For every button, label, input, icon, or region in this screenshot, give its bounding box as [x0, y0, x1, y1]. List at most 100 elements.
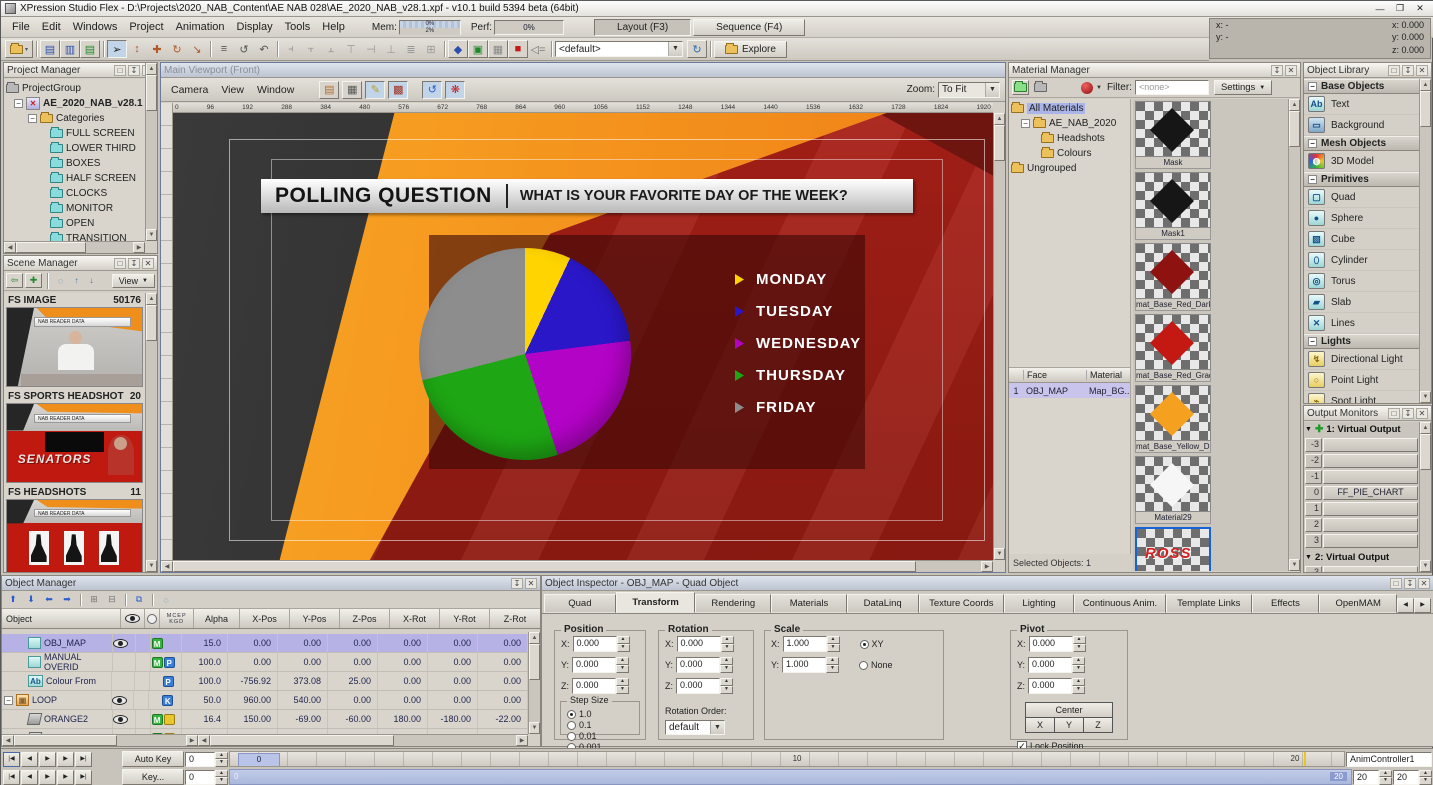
- virtual-output-2-header[interactable]: ▼ 2: Virtual Output: [1305, 550, 1418, 564]
- move-up-icon[interactable]: ⬆: [5, 593, 21, 607]
- end-frame-spinner-2[interactable]: 20▲▼: [1393, 770, 1432, 785]
- step-size-option-3[interactable]: 0.01: [567, 731, 635, 741]
- go-start-button[interactable]: |◀: [3, 752, 20, 767]
- viewport-menu-camera[interactable]: Camera: [166, 82, 213, 98]
- float-icon[interactable]: □: [1390, 578, 1402, 589]
- close-icon[interactable]: ✕: [1418, 578, 1430, 589]
- library-item-slab[interactable]: ▰Slab: [1304, 292, 1419, 313]
- library-item-3d-model[interactable]: ◍3D Model: [1304, 151, 1419, 172]
- import-scene-icon[interactable]: ⇦: [6, 273, 23, 288]
- viewport-menu-window[interactable]: Window: [252, 82, 299, 98]
- library-item-text[interactable]: AbText: [1304, 94, 1419, 115]
- viewport-hscrollbar[interactable]: ◀▶: [161, 560, 993, 572]
- distribute-icon[interactable]: ≣: [401, 40, 421, 58]
- chevron-down-icon[interactable]: ▼: [1096, 85, 1102, 91]
- zoom-dropdown[interactable]: To Fit ▼: [938, 82, 1000, 98]
- expand-all-icon[interactable]: ⊞: [86, 593, 102, 607]
- tree-item-monitor[interactable]: MONITOR: [6, 201, 145, 216]
- library-item-cube[interactable]: ▧Cube: [1304, 229, 1419, 250]
- project-manager-hscrollbar[interactable]: ◀▶: [4, 241, 145, 253]
- scene-manager-scrollbar[interactable]: ▲▼: [145, 293, 157, 572]
- pivot-z-input[interactable]: 0.000▲▼: [1028, 678, 1085, 694]
- key-button[interactable]: Key...: [122, 769, 184, 785]
- material-tree-all[interactable]: All Materials: [1011, 101, 1128, 116]
- tab-rendering[interactable]: Rendering: [695, 594, 771, 613]
- collapse-icon[interactable]: −: [1021, 119, 1030, 128]
- explore-button[interactable]: Explore: [714, 41, 787, 58]
- object-row-orange2[interactable]: ORANGE2 M 16.4 150.00 -69.00 -60.00 180.…: [2, 710, 528, 729]
- section-mesh-objects[interactable]: −Mesh Objects: [1304, 136, 1419, 151]
- menu-display[interactable]: Display: [232, 19, 278, 35]
- step-size-option-2[interactable]: 0.1: [567, 720, 635, 730]
- output-slot[interactable]: 2: [1305, 518, 1418, 532]
- group-icon[interactable]: ≡: [214, 40, 234, 58]
- collapse-icon[interactable]: −: [4, 696, 13, 705]
- record-icon[interactable]: ■: [508, 40, 528, 58]
- collapse-icon[interactable]: −: [14, 99, 23, 108]
- close-icon[interactable]: ✕: [142, 258, 154, 269]
- menu-edit[interactable]: Edit: [37, 19, 66, 35]
- align-middle-icon[interactable]: ⊣: [361, 40, 381, 58]
- transform-icon[interactable]: ✚: [147, 40, 167, 58]
- sequence-button[interactable]: Sequence (F4): [693, 19, 805, 36]
- material-tree-group[interactable]: −AE_NAB_2020: [1011, 116, 1128, 131]
- align-right-icon[interactable]: ⫠: [321, 40, 341, 58]
- radio-icon[interactable]: [567, 721, 576, 730]
- tree-item-lower-third[interactable]: LOWER THIRD: [6, 141, 145, 156]
- library-item-point-light[interactable]: ○Point Light: [1304, 370, 1419, 391]
- position-x-input[interactable]: 0.000▲▼: [573, 636, 630, 652]
- step-back-button-2[interactable]: ◀: [21, 770, 38, 785]
- menu-tools[interactable]: Tools: [280, 19, 316, 35]
- scene-item-fs-sports-headshot[interactable]: FS SPORTS HEADSHOT 20 NAB READER DATA SE…: [6, 390, 143, 483]
- output-slot[interactable]: -2: [1305, 454, 1418, 468]
- menu-animation[interactable]: Animation: [171, 19, 230, 35]
- object-row-manual-override[interactable]: MANUAL OVERID MP 100.0 0.00 0.00 0.00 0.…: [2, 653, 528, 672]
- face-table-row[interactable]: 1 OBJ_MAP Map_BG...: [1009, 383, 1130, 398]
- output-slot[interactable]: 3: [1305, 534, 1418, 548]
- tab-openmam[interactable]: OpenMAM: [1319, 594, 1397, 613]
- new-material-group-icon[interactable]: [1012, 80, 1029, 95]
- close-icon[interactable]: ✕: [525, 578, 537, 589]
- menu-project[interactable]: Project: [124, 19, 168, 35]
- viewport-menu-view[interactable]: View: [216, 82, 249, 98]
- rotate-icon[interactable]: ↻: [167, 40, 187, 58]
- object-library-scrollbar[interactable]: ▲▼: [1419, 79, 1431, 403]
- chevron-down-icon[interactable]: ▼: [985, 83, 999, 97]
- timeline-ruler-track[interactable]: 0 10 20: [229, 751, 1345, 767]
- tab-continuous-anim[interactable]: Continuous Anim.: [1074, 594, 1166, 613]
- menu-file[interactable]: File: [7, 19, 35, 35]
- layout-button[interactable]: Layout (F3): [594, 19, 691, 36]
- xrot-column-header[interactable]: X-Rot: [390, 609, 440, 628]
- go-end-button-2[interactable]: ▶|: [75, 770, 92, 785]
- render-view-icon[interactable]: ❋: [445, 81, 465, 99]
- material-column-header[interactable]: Material: [1086, 370, 1130, 380]
- pivot-z-button[interactable]: Z: [1084, 718, 1112, 732]
- step-back-button[interactable]: ◀: [21, 752, 38, 767]
- menu-windows[interactable]: Windows: [68, 19, 123, 35]
- end-frame-spinner-1[interactable]: 20▲▼: [1353, 770, 1392, 785]
- play-button-2[interactable]: ▶: [39, 770, 56, 785]
- link-icon[interactable]: ⧉: [131, 593, 147, 607]
- minimize-button[interactable]: —: [1370, 0, 1390, 18]
- tree-item-clocks[interactable]: CLOCKS: [6, 186, 145, 201]
- material-item-material32-ross[interactable]: ROSS Material32: [1135, 527, 1211, 571]
- go-end-button[interactable]: ▶|: [75, 752, 92, 767]
- scale-y-input[interactable]: 1.000▲▼: [782, 657, 839, 673]
- undo-icon[interactable]: ↶: [254, 40, 274, 58]
- material-item-mask1[interactable]: Mask1: [1135, 172, 1211, 240]
- output-monitors-scrollbar[interactable]: ▲▼: [1419, 422, 1431, 572]
- position-y-input[interactable]: 0.000▲▼: [572, 657, 629, 673]
- zrot-column-header[interactable]: Z-Rot: [490, 609, 540, 628]
- viewport-vscrollbar[interactable]: ▲▼: [993, 113, 1005, 560]
- play-button[interactable]: ▶: [39, 752, 56, 767]
- pin-icon[interactable]: ↧: [1402, 408, 1414, 419]
- move-right-icon[interactable]: ➡: [59, 593, 75, 607]
- section-primitives[interactable]: −Primitives: [1304, 172, 1419, 187]
- shield-icon[interactable]: ◆: [448, 40, 468, 58]
- move-axis-icon[interactable]: ↕: [127, 40, 147, 58]
- xpos-column-header[interactable]: X-Pos: [240, 609, 290, 628]
- object-manager-scrollbar[interactable]: ▲▼: [528, 632, 540, 734]
- save-icon[interactable]: ▤: [40, 40, 60, 58]
- tree-item-open[interactable]: OPEN: [6, 216, 145, 231]
- float-icon[interactable]: □: [1388, 408, 1400, 419]
